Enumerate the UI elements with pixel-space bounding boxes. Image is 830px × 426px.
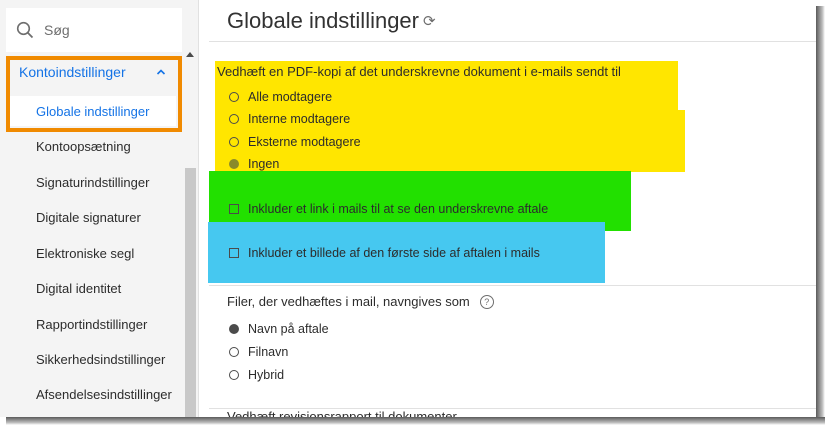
window-shadow [6,417,825,425]
checkbox-include-image[interactable]: Inkluder et billede af den første side a… [229,246,540,260]
sidebar-item-label: Globale indstillinger [36,103,150,119]
sidebar-item-digital-identitet[interactable]: Digital identitet [36,281,121,296]
sidebar-item-globale-indstillinger[interactable]: Globale indstillinger [10,96,176,126]
main-content: Globale indstillinger ⟳ Vedhæft en PDF-k… [199,0,816,417]
pdf-copy-heading: Vedhæft en PDF-kopi af det underskrevne … [217,64,621,79]
radio-button-selected[interactable] [229,159,239,169]
sidebar-item-kontoindstillinger[interactable]: Kontoindstillinger [10,58,176,86]
radio-button[interactable] [229,137,239,147]
divider [209,285,816,286]
radio-filnavn[interactable]: Filnavn [229,345,288,359]
search-box[interactable]: Søg [6,8,182,52]
chevron-up-icon[interactable] [156,64,166,82]
radio-alle-modtagere[interactable]: Alle modtagere [229,90,332,104]
sidebar-item-afsendelsesindstillinger[interactable]: Afsendelsesindstillinger [36,387,172,402]
sidebar-item-rapportindstillinger[interactable]: Rapportindstillinger [36,317,147,332]
radio-eksterne-modtagere[interactable]: Eksterne modtagere [229,135,361,149]
radio-label: Eksterne modtagere [248,135,361,149]
radio-button[interactable] [229,114,239,124]
app-window: Søg Kontoindstillinger Globale indstilli… [0,0,816,417]
audit-report-heading: Vedhæft revisionsrapport til dokumenter [227,409,457,417]
sidebar-item-digitale-signaturer[interactable]: Digitale signaturer [36,210,141,225]
checkbox-label: Inkluder et billede af den første side a… [248,246,540,260]
radio-button[interactable] [229,347,239,357]
radio-label: Filnavn [248,345,289,359]
sidebar-item-signaturindstillinger[interactable]: Signaturindstillinger [36,175,149,190]
checkbox-label: Inkluder et link i mails til at se den u… [248,202,549,216]
refresh-icon[interactable]: ⟳ [423,12,436,30]
radio-navn-paa-aftale[interactable]: Navn på aftale [229,322,329,336]
radio-button[interactable] [229,92,239,102]
radio-button[interactable] [229,370,239,380]
search-icon [16,19,38,41]
scroll-up-arrow-icon[interactable] [186,52,194,57]
radio-ingen[interactable]: Ingen [229,157,279,171]
radio-label: Ingen [248,157,280,171]
page-title: Globale indstillinger [227,8,419,33]
sidebar-item-label: Kontoindstillinger [19,64,126,80]
checkbox-include-link[interactable]: Inkluder et link i mails til at se den u… [229,202,548,216]
divider [209,41,816,42]
radio-label: Navn på aftale [248,322,329,336]
checkbox[interactable] [229,204,239,214]
radio-label: Hybrid [248,368,285,382]
sidebar-scrollbar[interactable] [183,50,197,417]
radio-interne-modtagere[interactable]: Interne modtagere [229,112,350,126]
naming-heading: Filer, der vedhæftes i mail, navngives s… [227,294,494,309]
window-shadow [816,6,825,422]
scrollbar-thumb[interactable] [185,168,196,417]
sidebar-item-sikkerhedsindstillinger[interactable]: Sikkerhedsindstillinger [36,352,165,367]
radio-hybrid[interactable]: Hybrid [229,368,284,382]
radio-label: Interne modtagere [248,112,351,126]
sidebar-item-kontoopsaetning[interactable]: Kontoopsætning [36,139,131,154]
sidebar: Søg Kontoindstillinger Globale indstilli… [0,0,199,417]
sidebar-item-elektroniske-segl[interactable]: Elektroniske segl [36,246,134,261]
help-icon[interactable]: ? [479,294,494,309]
search-input[interactable]: Søg [44,22,70,38]
radio-label: Alle modtagere [248,90,333,104]
checkbox[interactable] [229,248,239,258]
naming-heading-text: Filer, der vedhæftes i mail, navngives s… [227,294,470,309]
radio-button-selected[interactable] [229,324,239,334]
